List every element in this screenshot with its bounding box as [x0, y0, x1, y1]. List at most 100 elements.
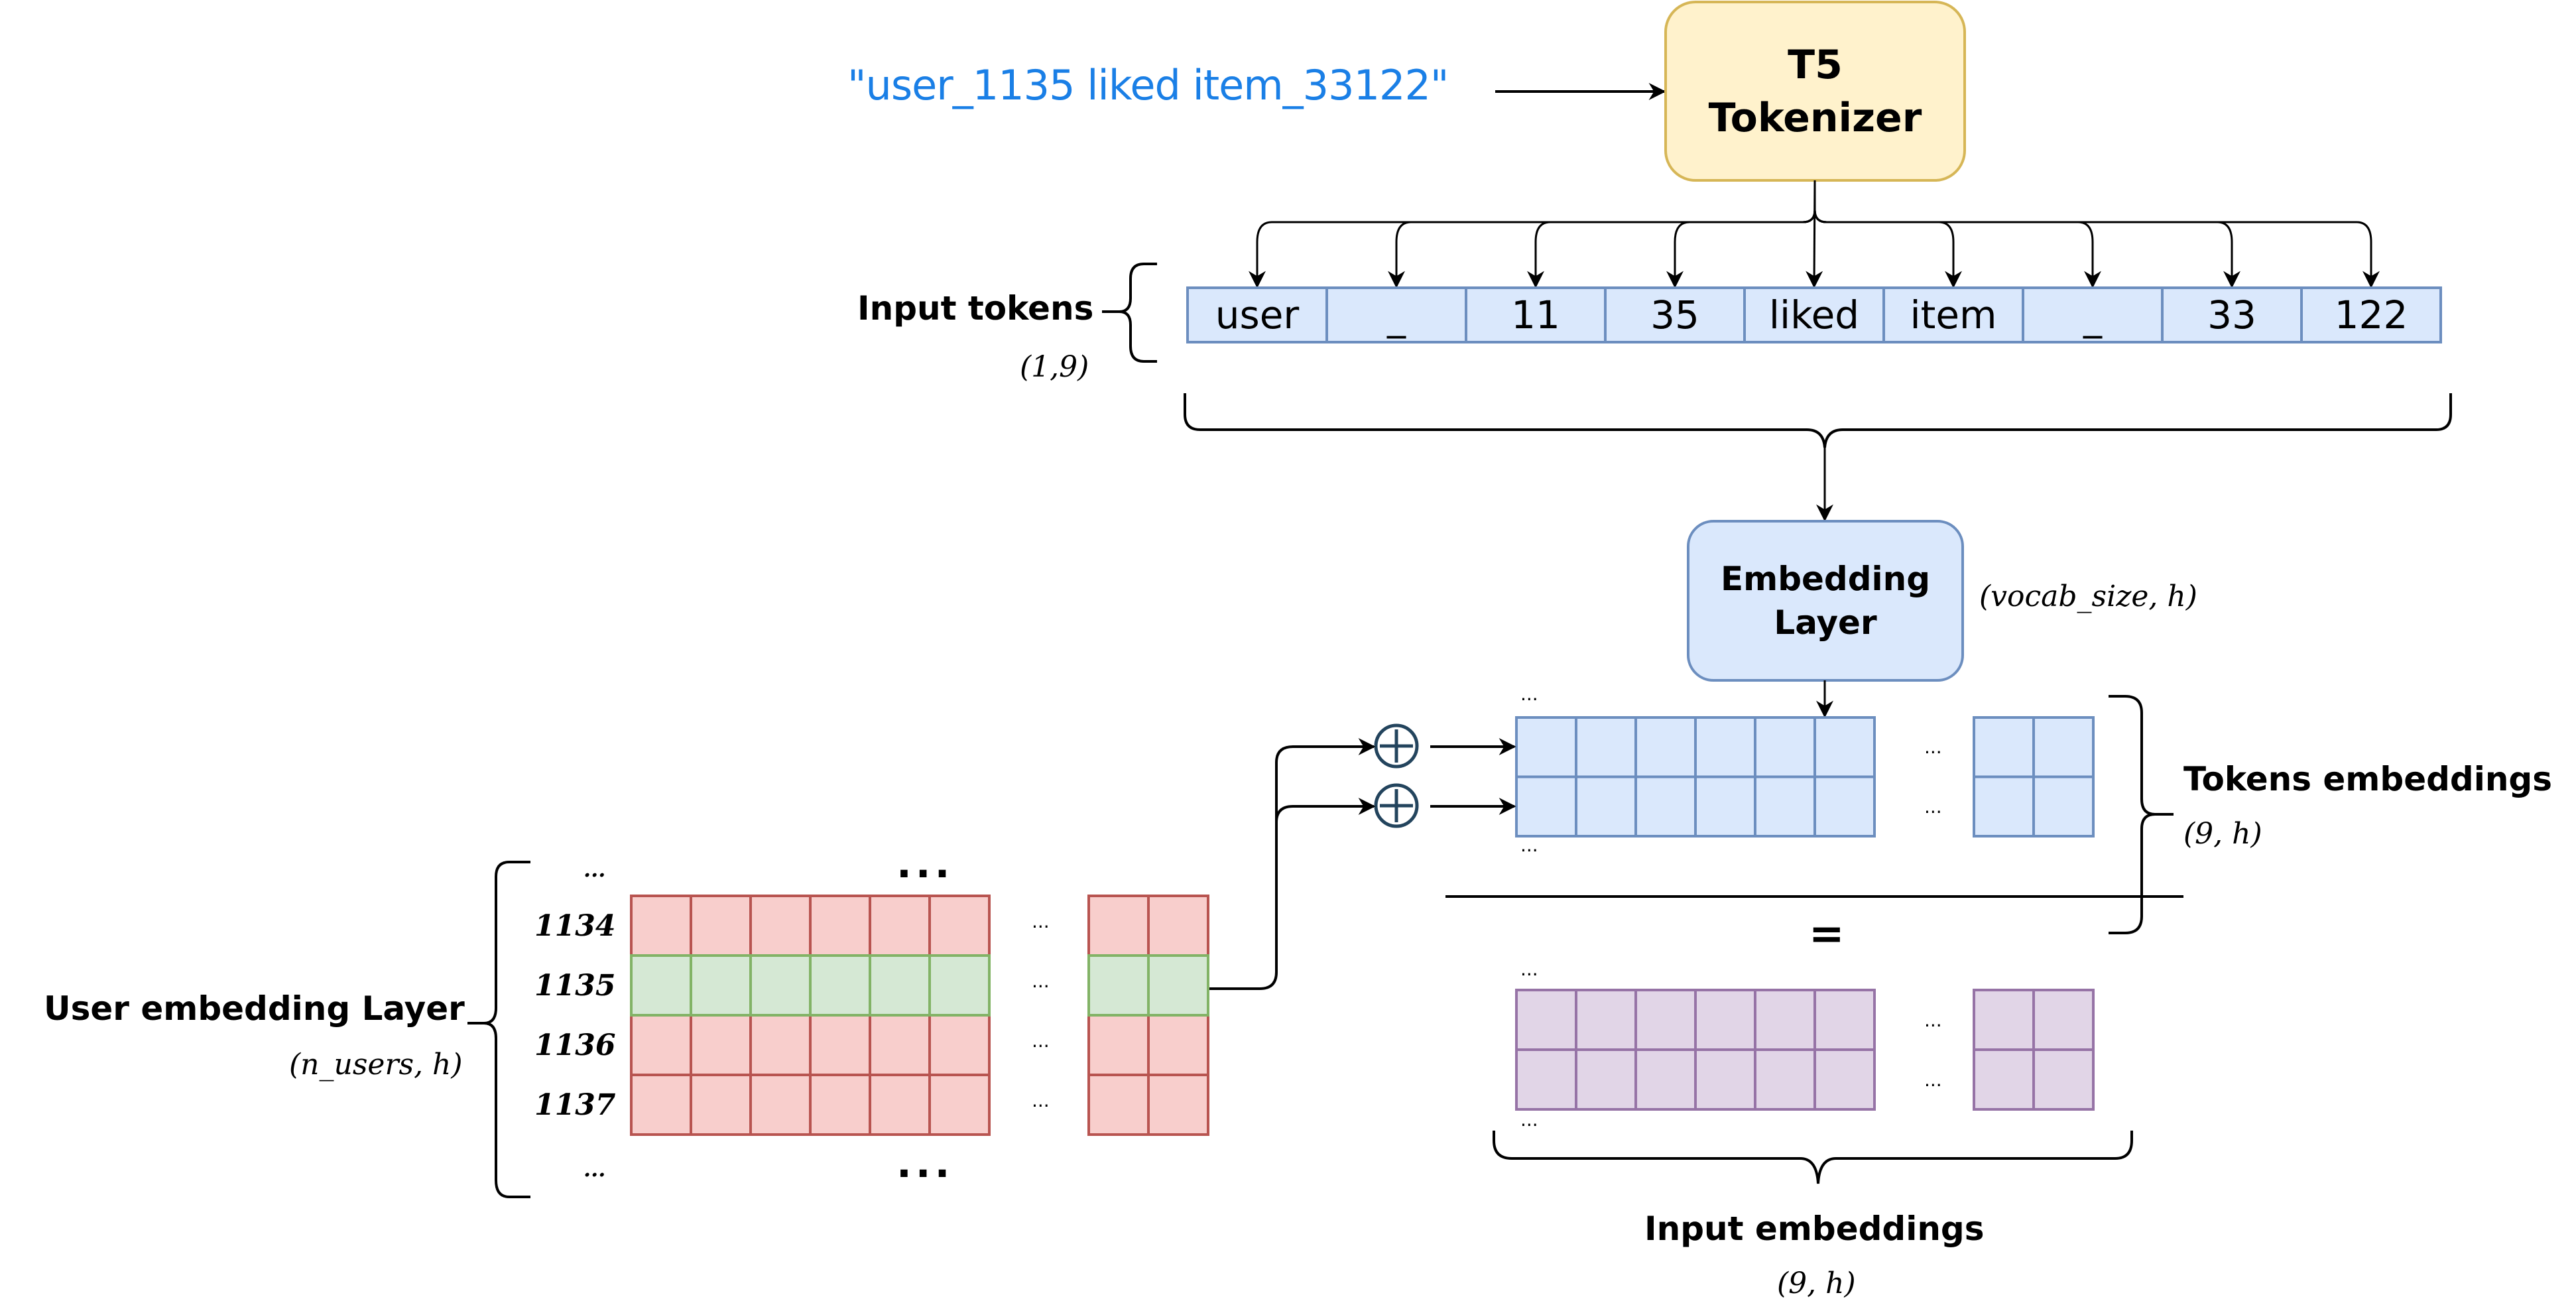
user-bottom-id-ellipsis: ...: [583, 1156, 606, 1182]
user-embedding-cell: [690, 895, 752, 957]
input-tokens-shape: (1,9): [1020, 350, 1089, 384]
user-row-id: 1137: [534, 1088, 616, 1122]
user-embedding-cell: [869, 1014, 931, 1076]
tokenizer-label-line2: Tokenizer: [1708, 94, 1922, 141]
user-embedding-cell: [1147, 1074, 1209, 1136]
input-embedding-cell: [1634, 989, 1697, 1051]
tokenizer-to-token-arrow: [1666, 180, 1816, 288]
user-embedding-cell: [749, 1014, 812, 1076]
user-bottom-col-ellipsis: ...: [896, 1141, 954, 1187]
input-emb-bottom-ellipsis: ...: [1520, 1109, 1538, 1131]
token-embedding-cell: [1575, 775, 1637, 838]
tokens-emb-bottom-ellipsis: ...: [1520, 834, 1538, 856]
user-embedding-cell-highlighted: [809, 954, 871, 1017]
user-row-id: 1134: [534, 909, 616, 943]
embedding-layer-shape: (vocab_size, h): [1979, 580, 2197, 613]
input-embedding-cell: [1754, 989, 1816, 1051]
token-embedding-cell: [2032, 716, 2095, 778]
input-embedding-cell: [1973, 1048, 2035, 1111]
equals-sign: =: [1809, 910, 1845, 959]
input-embedding-cell: [2032, 1048, 2095, 1111]
token-embedding-cell: [1515, 775, 1577, 838]
input-embeddings-grid: [1515, 989, 2095, 1111]
user-row-id: 1135: [534, 969, 616, 1003]
user-row-ellipsis: ...: [1032, 1030, 1050, 1052]
token-embedding-cell: [1813, 775, 1876, 838]
user-embedding-cell: [928, 1014, 991, 1076]
user-embedding-cell-highlighted: [630, 954, 692, 1017]
input-embeddings-shape: (9, h): [1777, 1267, 1856, 1300]
tokens-embeddings-label: Tokens embeddings: [2183, 760, 2552, 798]
user-embedding-grid: [630, 895, 1209, 1136]
user-embedding-cell: [1087, 1074, 1150, 1136]
input-embeddings-brace: [1493, 1131, 2133, 1184]
tokens-emb-row2-ellipsis: ...: [1924, 796, 1942, 818]
token-text: 33: [2207, 292, 2256, 338]
user-embedding-cell-highlighted: [1147, 954, 1209, 1017]
embedding-layer-line1: Embedding: [1720, 560, 1931, 598]
token-embedding-cell: [1754, 775, 1816, 838]
user-embedding-cell: [1087, 1014, 1150, 1076]
user-embedding-cell: [928, 895, 991, 957]
token-embedding-cell: [1634, 716, 1697, 778]
user-embedding-cell: [1087, 895, 1150, 957]
user-embedding-cell: [690, 1014, 752, 1076]
user-row-ellipsis: ...: [1032, 970, 1050, 992]
token-embedding-cell: [1973, 775, 2035, 838]
tokenizer-to-token-arrow: [1813, 180, 2240, 288]
input-embedding-cell: [2032, 989, 2095, 1051]
user-embedding-cell: [630, 1074, 692, 1136]
token-text: liked: [1768, 292, 1860, 338]
input-embedding-cell: [1694, 989, 1756, 1051]
input-embedding-cell: [1515, 1048, 1577, 1111]
input-embedding-cell: [1973, 989, 2035, 1051]
user-embedding-cell: [928, 1074, 991, 1136]
user-embedding-brace: [467, 861, 530, 1198]
input-embedding-cell: [1575, 1048, 1637, 1111]
user-embedding-cell: [749, 895, 812, 957]
plus-operator-1: [1374, 723, 1419, 769]
user-embedding-cell-highlighted: [749, 954, 812, 1017]
input-tokens-label: Input tokens: [857, 289, 1094, 328]
input-tokens-brace: [1102, 263, 1157, 363]
token-text: _: [2083, 296, 2102, 339]
token-embedding-cell: [1813, 716, 1876, 778]
input-emb-row1-ellipsis: ...: [1924, 1009, 1942, 1031]
token-embedding-cell: [1575, 716, 1637, 778]
tokens-embeddings-grid: [1515, 716, 2095, 838]
input-embedding-cell: [1575, 989, 1637, 1051]
tokenizer-fanout-arrows: [1249, 180, 2380, 288]
user-embedding-shape: (n_users, h): [289, 1048, 463, 1082]
token-embedding-cell: [1754, 716, 1816, 778]
user-embedding-cell: [1147, 1014, 1209, 1076]
user-embedding-cell: [1147, 895, 1209, 957]
token-text: 11: [1511, 292, 1560, 338]
user-embedding-cell: [630, 895, 692, 957]
token-text: _: [1387, 296, 1406, 339]
token-embedding-cell: [1515, 716, 1577, 778]
user-embedding-cell-highlighted: [1087, 954, 1150, 1017]
input-embedding-cell: [1813, 989, 1876, 1051]
user-row-ellipsis: ...: [1032, 1089, 1050, 1111]
user-embedding-cell: [630, 1014, 692, 1076]
user-embedding-label: User embedding Layer: [44, 989, 465, 1028]
diagram-canvas: [467, 1, 2452, 1198]
user-embedding-cell: [809, 1014, 871, 1076]
user-embedding-to-plus2-connector: [1275, 798, 1376, 823]
input-embedding-cell: [1754, 1048, 1816, 1111]
user-embedding-cell: [690, 1074, 752, 1136]
input-emb-top-ellipsis: ...: [1520, 958, 1538, 980]
user-embedding-to-plus-connector: [1208, 738, 1376, 990]
token-embedding-cell: [1694, 716, 1756, 778]
token-embedding-cell: [1973, 716, 2035, 778]
user-embedding-cell: [749, 1074, 812, 1136]
user-embedding-cell-highlighted: [690, 954, 752, 1017]
user-top-col-ellipsis: ...: [896, 841, 954, 887]
user-row-ellipsis: ...: [1032, 910, 1050, 932]
user-embedding-cell: [869, 895, 931, 957]
token-embedding-cell: [1634, 775, 1697, 838]
input-sentence: "user_1135 liked item_33122": [847, 61, 1449, 109]
tokenizer-label-line1: T5: [1788, 41, 1843, 88]
user-row-id: 1136: [534, 1028, 616, 1062]
user-top-id-ellipsis: ...: [583, 857, 606, 882]
